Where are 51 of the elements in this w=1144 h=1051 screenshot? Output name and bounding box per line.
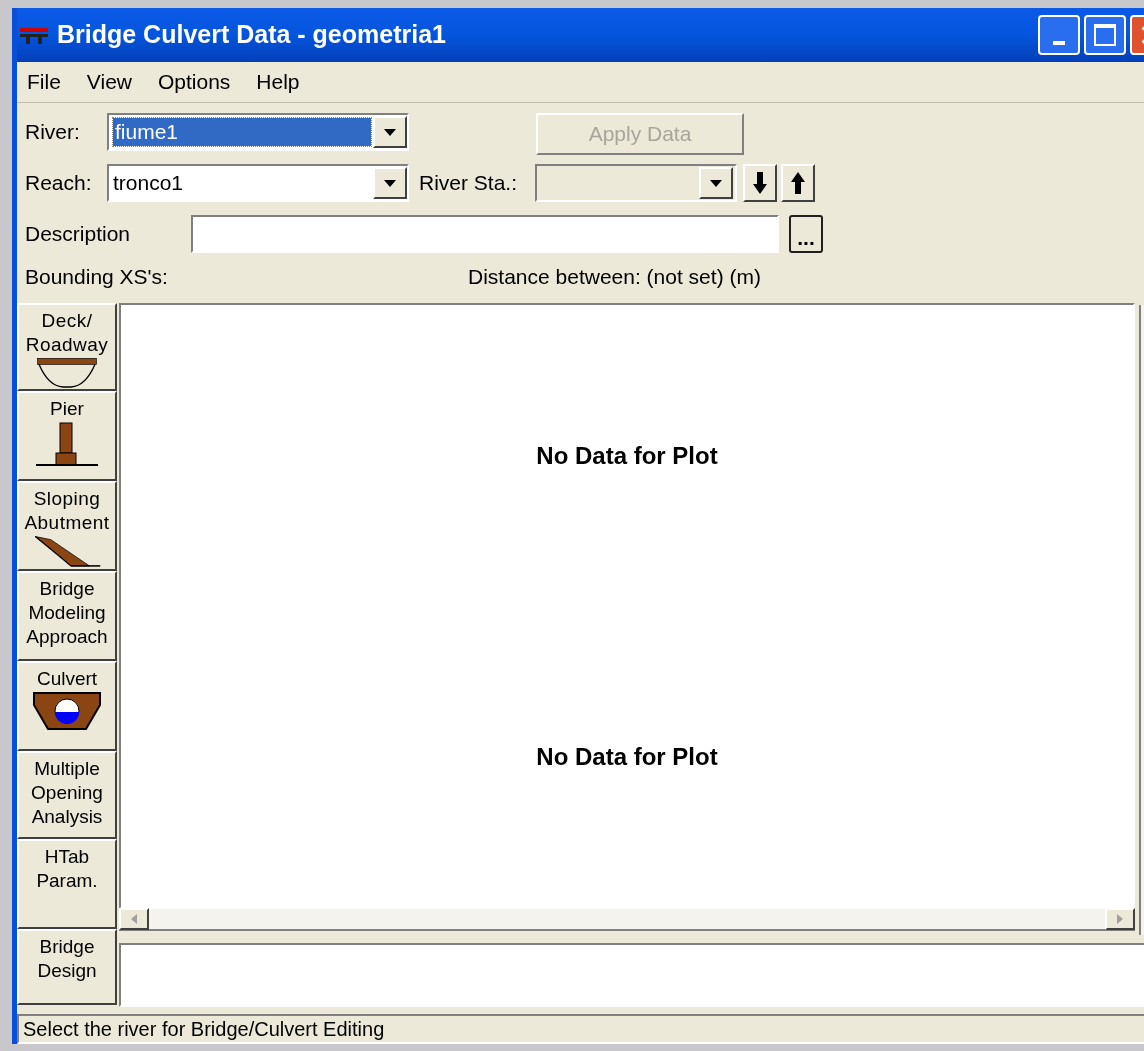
menu-item[interactable]: View — [86, 66, 132, 98]
minimize-button[interactable] — [1038, 15, 1080, 55]
down-arrow-icon — [753, 172, 767, 194]
dropdown-button[interactable] — [373, 167, 407, 199]
tool-button[interactable]: Culvert — [17, 661, 117, 751]
river-station-dropdown[interactable] — [535, 164, 737, 202]
field-label: Reach: — [25, 170, 93, 197]
down-button[interactable] — [743, 164, 777, 202]
field-label: Description — [25, 221, 132, 248]
tool-button[interactable]: Bridge Modeling Approach — [17, 571, 117, 661]
pier-icon — [36, 421, 98, 469]
tool-button[interactable]: Sloping Abutment — [17, 481, 117, 571]
left-arrow-icon — [131, 914, 137, 924]
window-title: Bridge Culvert Data - geometria1 — [57, 19, 446, 51]
distance-label: Distance between: (not set) (m) — [468, 264, 761, 290]
tool-button[interactable]: HTab Param. — [17, 839, 117, 929]
scroll-right-button[interactable] — [1105, 908, 1135, 930]
tool-button[interactable]: Deck/ Roadway — [17, 303, 117, 391]
tool-button[interactable]: Bridge Design — [17, 929, 117, 1005]
river-dropdown[interactable]: fiume1 — [107, 113, 409, 151]
caret-icon — [384, 179, 396, 187]
up-arrow-icon — [791, 172, 805, 194]
caret-icon — [710, 179, 722, 187]
up-button[interactable] — [781, 164, 815, 202]
bounding-label: Bounding XS's: — [25, 264, 168, 290]
status-text: Select the river for Bridge/Culvert Editing — [23, 1017, 385, 1042]
field-label: River Sta.: — [419, 170, 519, 197]
maximize-icon — [1094, 24, 1116, 46]
menu-item[interactable]: File — [27, 66, 61, 98]
plot-message: No Data for Plot — [536, 440, 718, 471]
horizontal-scrollbar[interactable] — [119, 909, 1135, 931]
browse-button[interactable]: ... — [789, 215, 823, 253]
minimize-icon — [1053, 41, 1065, 45]
scroll-left-button[interactable] — [119, 908, 149, 930]
right-arrow-icon — [1117, 914, 1123, 924]
dropdown-button[interactable] — [699, 167, 733, 199]
caret-icon — [384, 128, 396, 136]
dropdown-value: tronco1 — [113, 170, 185, 197]
menu-item[interactable]: Options — [158, 66, 231, 98]
reach-dropdown[interactable]: tronco1 — [107, 164, 409, 202]
plot-message: No Data for Plot — [536, 741, 718, 772]
dropdown-value: fiume1 — [113, 118, 371, 146]
maximize-button[interactable] — [1084, 15, 1126, 55]
culvert-icon — [32, 691, 102, 731]
dropdown-button[interactable] — [373, 116, 407, 148]
tool-button[interactable]: Pier — [17, 391, 117, 481]
field-label: River: — [25, 119, 81, 146]
tool-button[interactable]: Multiple Opening Analysis — [17, 751, 117, 839]
menu-item[interactable]: Help — [256, 66, 300, 98]
bridge-icon — [19, 26, 49, 44]
description-field[interactable] — [191, 215, 779, 253]
